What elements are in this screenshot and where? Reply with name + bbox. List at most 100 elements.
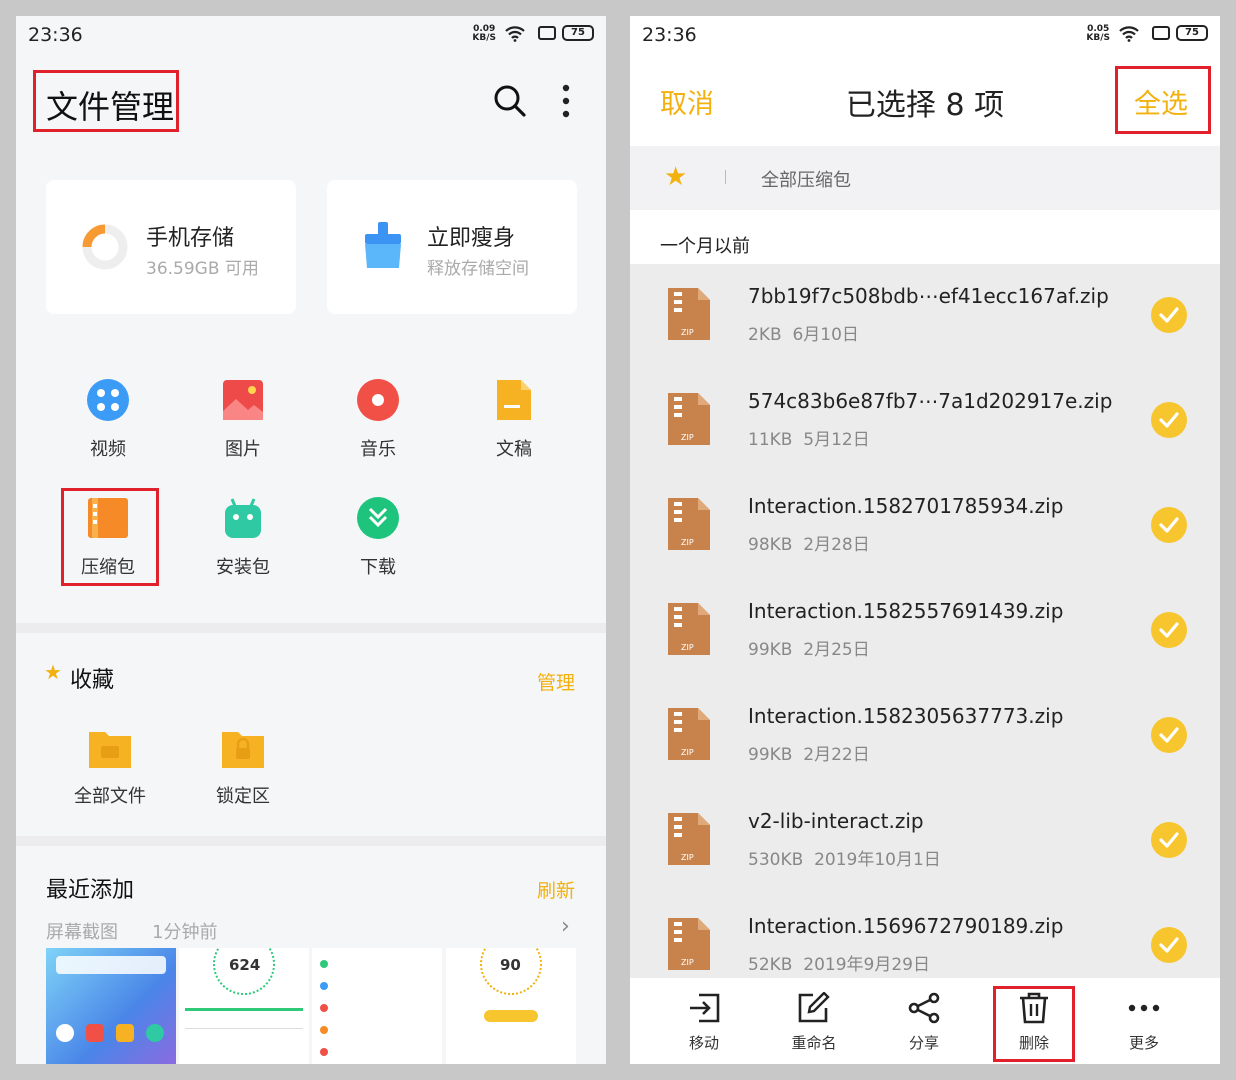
favorite-locked-area[interactable]: 锁定区 xyxy=(188,726,298,808)
file-name: Interaction.1582701785934.zip xyxy=(748,494,1064,518)
clean-up-card[interactable]: 立即瘦身 释放存储空间 xyxy=(327,180,577,314)
screenshot-thumbnail[interactable]: 90 xyxy=(446,948,576,1064)
checked-icon[interactable] xyxy=(1150,926,1188,964)
selection-title: 已选择 8 项 xyxy=(845,88,1005,123)
star-icon[interactable]: ★ xyxy=(664,162,687,192)
zip-file-icon: ZIP xyxy=(668,603,710,655)
category-label: 压缩包 xyxy=(81,557,135,578)
clean-card-title: 立即瘦身 xyxy=(427,226,516,251)
checked-icon[interactable] xyxy=(1150,716,1188,754)
toolbar-label: 更多 xyxy=(1128,1034,1159,1052)
move-button[interactable]: 移动 xyxy=(659,992,749,1053)
file-list-item[interactable]: ZIP Interaction.1582701785934.zip 98KB 2… xyxy=(630,474,1220,579)
archive-icon xyxy=(88,498,128,538)
category-document[interactable]: 文稿 xyxy=(459,377,569,461)
zip-file-icon: ZIP xyxy=(668,918,710,970)
more-button[interactable]: 更多 xyxy=(1099,992,1189,1053)
svg-text:ZIP: ZIP xyxy=(681,328,694,337)
favorite-label: 锁定区 xyxy=(216,786,270,807)
checked-icon[interactable] xyxy=(1150,506,1188,544)
search-icon[interactable] xyxy=(493,84,527,118)
status-bar: 23:36 0.05 KB/S 75 xyxy=(630,16,1220,56)
wifi-icon xyxy=(1119,26,1139,42)
share-icon xyxy=(908,992,940,1024)
cancel-button[interactable]: 取消 xyxy=(660,82,714,121)
file-name: Interaction.1582305637773.zip xyxy=(748,704,1064,728)
category-archive[interactable]: 压缩包 xyxy=(53,495,163,579)
screenshot-thumbnail[interactable] xyxy=(312,948,442,1064)
clean-card-subtitle: 释放存储空间 xyxy=(427,259,529,279)
checked-icon[interactable] xyxy=(1150,821,1188,859)
file-meta: 530KB 2019年10月1日 xyxy=(748,850,941,870)
thumbnail-value: 90 xyxy=(500,956,521,974)
music-icon xyxy=(357,379,399,421)
recent-title: 最近添加 xyxy=(46,878,135,903)
toolbar-label: 重命名 xyxy=(791,1034,837,1052)
category-video[interactable]: 视频 xyxy=(53,377,163,461)
file-name: Interaction.1582557691439.zip xyxy=(748,599,1064,623)
page-title: 文件管理 xyxy=(46,88,175,126)
category-image[interactable]: 图片 xyxy=(188,377,298,461)
recent-source: 屏幕截图 xyxy=(46,922,118,943)
zip-file-icon: ZIP xyxy=(668,498,710,550)
zip-file-icon: ZIP xyxy=(668,813,710,865)
breadcrumb: ★ 全部压缩包 xyxy=(630,146,1220,210)
screenshot-thumbnail[interactable]: 624 xyxy=(179,948,309,1064)
chevron-right-icon[interactable]: › xyxy=(561,914,570,939)
android-icon xyxy=(225,498,261,538)
thumbnail-preview xyxy=(185,1008,303,1011)
rename-button[interactable]: 重命名 xyxy=(769,991,859,1053)
delete-icon xyxy=(1020,992,1048,1024)
move-icon xyxy=(690,993,720,1023)
broom-icon xyxy=(365,222,401,268)
thumbnail-preview xyxy=(56,956,166,974)
category-apk[interactable]: 安装包 xyxy=(188,495,298,579)
refresh-link[interactable]: 刷新 xyxy=(537,876,575,903)
thumbnail-preview xyxy=(320,1048,328,1056)
svg-text:ZIP: ZIP xyxy=(681,538,694,547)
file-list-item[interactable]: ZIP 7bb19f7c508bdb⋯ef41ecc167af.zip 2KB … xyxy=(630,264,1220,369)
share-button[interactable]: 分享 xyxy=(879,992,969,1053)
zip-file-icon: ZIP xyxy=(668,288,710,340)
file-list-item[interactable]: ZIP Interaction.1582305637773.zip 99KB 2… xyxy=(630,684,1220,789)
more-vertical-icon[interactable] xyxy=(559,84,573,118)
battery-icon: 75 xyxy=(562,25,594,41)
favorites-title: 收藏 xyxy=(70,668,115,693)
file-list-item[interactable]: ZIP v2-lib-interact.zip 530KB 2019年10月1日 xyxy=(630,789,1220,894)
file-list-item[interactable]: ZIP 574c83b6e87fb7⋯7a1d202917e.zip 11KB … xyxy=(630,369,1220,474)
file-name: 574c83b6e87fb7⋯7a1d202917e.zip xyxy=(748,389,1113,413)
file-meta: 99KB 2月25日 xyxy=(748,640,870,660)
checked-icon[interactable] xyxy=(1150,296,1188,334)
status-time: 23:36 xyxy=(642,24,697,46)
manage-favorites-link[interactable]: 管理 xyxy=(537,668,575,695)
favorite-all-files[interactable]: 全部文件 xyxy=(55,726,165,808)
bottom-toolbar: 移动 重命名 分享 删除 更多 xyxy=(630,978,1220,1064)
thumbnail-preview xyxy=(146,1024,164,1042)
file-name: v2-lib-interact.zip xyxy=(748,809,924,833)
screenshot-thumbnail[interactable] xyxy=(46,948,176,1064)
checked-icon[interactable] xyxy=(1150,401,1188,439)
category-label: 音乐 xyxy=(360,439,396,460)
thumbnail-preview xyxy=(185,1028,303,1029)
file-list-item[interactable]: ZIP Interaction.1582557691439.zip 99KB 2… xyxy=(630,579,1220,684)
category-label: 下载 xyxy=(360,557,396,578)
select-all-button[interactable]: 全选 xyxy=(1134,82,1188,121)
battery-icon: 75 xyxy=(1176,25,1208,41)
thumbnail-preview xyxy=(320,960,328,968)
phone-storage-card[interactable]: 手机存储 36.59GB 可用 xyxy=(46,180,296,314)
thumbnail-preview xyxy=(320,1004,328,1012)
download-icon xyxy=(357,497,399,539)
svg-text:ZIP: ZIP xyxy=(681,433,694,442)
breadcrumb-current[interactable]: 全部压缩包 xyxy=(761,166,851,192)
locked-folder-icon xyxy=(222,732,264,768)
category-download[interactable]: 下载 xyxy=(323,495,433,579)
checked-icon[interactable] xyxy=(1150,611,1188,649)
toolbar-label: 移动 xyxy=(688,1034,719,1052)
thumbnail-preview xyxy=(86,1024,104,1042)
svg-text:ZIP: ZIP xyxy=(681,853,694,862)
delete-button[interactable]: 删除 xyxy=(989,992,1079,1053)
file-meta: 98KB 2月28日 xyxy=(748,535,870,555)
category-music[interactable]: 音乐 xyxy=(323,377,433,461)
thumbnail-preview xyxy=(484,1010,538,1022)
file-meta: 2KB 6月10日 xyxy=(748,325,859,345)
